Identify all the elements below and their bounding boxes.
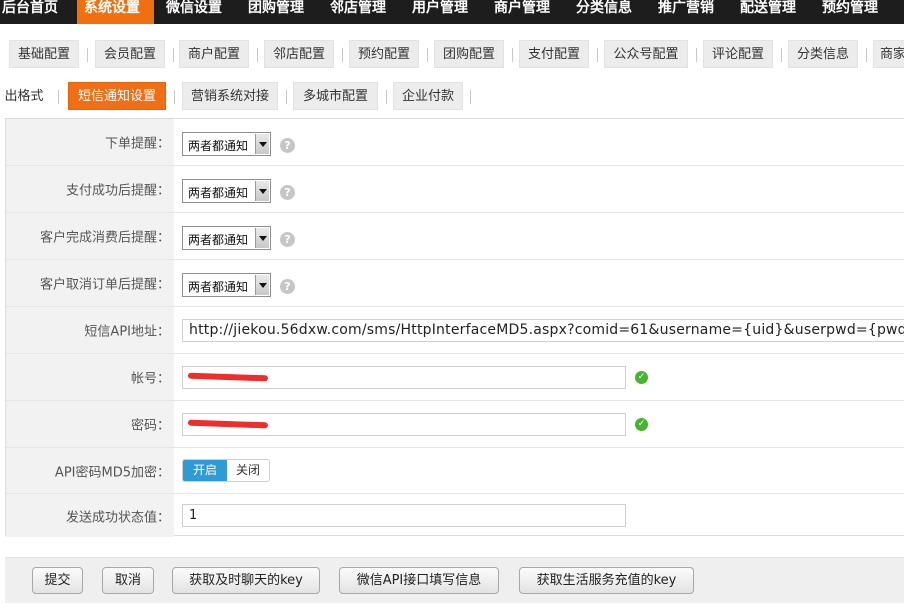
top-nav-item-classifieds[interactable]: 分类信息	[576, 0, 642, 24]
top-nav-item-delivery[interactable]: 配送管理	[740, 0, 806, 24]
cancel-remind-select[interactable]: 两者都通知	[182, 273, 271, 297]
api-md5-toggle[interactable]: 开启 关闭	[182, 459, 270, 482]
sub-nav-payment-config[interactable]: 支付配置	[519, 40, 589, 68]
order-remind-select[interactable]: 两者都通知	[182, 132, 271, 156]
sub-nav-neighbor-store-config[interactable]: 邻店配置	[264, 40, 334, 68]
chevron-down-icon	[255, 134, 269, 154]
field-label: 客户取消订单后提醒：	[6, 260, 174, 306]
sub-nav-marketing-integration[interactable]: 营销系统对接	[182, 82, 278, 110]
field-label: 密码：	[6, 401, 174, 447]
wechat-api-info-button[interactable]: 微信API接口填写信息	[339, 567, 499, 594]
sms-settings-form: 下单提醒： 两者都通知 ? 支付成功后提醒： 两者都通知 ? 客户完成消费后提醒…	[5, 118, 904, 537]
sub-nav-row-2: 出格式 短信通知设置 营销系统对接 多城市配置 企业付款	[0, 80, 904, 110]
chevron-down-icon	[255, 275, 269, 295]
sub-nav-merchant-more[interactable]: 商家	[873, 40, 904, 68]
divider	[866, 48, 867, 62]
divider	[386, 90, 387, 104]
divider	[87, 48, 88, 62]
sub-nav-official-account-config[interactable]: 公众号配置	[604, 40, 688, 68]
top-nav-item-marketing[interactable]: 推广营销	[658, 0, 724, 24]
divider	[58, 90, 59, 104]
form-row-password: 密码： ✓	[6, 401, 904, 448]
toggle-off-option[interactable]: 关闭	[227, 460, 269, 481]
field-label: 发送成功状态值：	[6, 494, 174, 537]
divider	[781, 48, 782, 62]
get-chat-key-button[interactable]: 获取及时聊天的key	[172, 567, 320, 594]
help-icon[interactable]: ?	[280, 232, 295, 247]
select-value: 两者都通知	[188, 186, 249, 200]
sub-nav-basic-config[interactable]: 基础配置	[9, 40, 79, 68]
get-life-service-key-button[interactable]: 获取生活服务充值的key	[519, 567, 694, 594]
select-value: 两者都通知	[188, 139, 249, 153]
field-label: 短信API地址：	[6, 307, 174, 353]
toggle-on-option[interactable]: 开启	[183, 460, 227, 481]
sub-nav-sms-notification[interactable]: 短信通知设置	[68, 82, 166, 110]
form-row-account: 帐号： ✓	[6, 354, 904, 401]
sub-nav-classifieds[interactable]: 分类信息	[788, 40, 858, 68]
success-status-input[interactable]: 1	[182, 504, 626, 527]
field-label: 帐号：	[6, 354, 174, 400]
field-label: 支付成功后提醒：	[6, 166, 174, 212]
consume-remind-select[interactable]: 两者都通知	[182, 226, 271, 250]
divider	[342, 48, 343, 62]
form-row-consume-remind: 客户完成消费后提醒： 两者都通知 ?	[6, 213, 904, 260]
field-label: 下单提醒：	[6, 119, 174, 165]
sub-nav-multi-city-config[interactable]: 多城市配置	[293, 82, 378, 110]
sub-nav-groupbuy-config[interactable]: 团购配置	[434, 40, 504, 68]
top-nav-item-booking[interactable]: 预约管理	[822, 0, 888, 24]
sub-nav-row-1: 基础配置 会员配置 商户配置 邻店配置 预约配置 团购配置 支付配置 公众号配置…	[0, 38, 904, 68]
form-row-pay-success-remind: 支付成功后提醒： 两者都通知 ?	[6, 166, 904, 213]
divider	[512, 48, 513, 62]
sub-nav-export-format[interactable]: 出格式	[0, 82, 51, 110]
top-nav: 后台首页 系统设置 微信设置 团购管理 邻店管理 用户管理 商户管理 分类信息 …	[0, 0, 904, 24]
divider	[173, 48, 174, 62]
top-nav-item-users[interactable]: 用户管理	[412, 0, 478, 24]
top-nav-item-groupbuy[interactable]: 团购管理	[248, 0, 314, 24]
help-icon[interactable]: ?	[280, 185, 295, 200]
top-nav-item-home[interactable]: 后台首页	[2, 0, 68, 24]
form-row-sms-api-url: 短信API地址： http://jiekou.56dxw.com/sms/Htt…	[6, 307, 904, 354]
sub-nav-booking-config[interactable]: 预约配置	[349, 40, 419, 68]
chevron-down-icon	[255, 228, 269, 248]
sub-nav-merchant-config[interactable]: 商户配置	[179, 40, 249, 68]
sub-nav-enterprise-payment[interactable]: 企业付款	[393, 82, 463, 110]
top-nav-item-neighbor-store[interactable]: 邻店管理	[330, 0, 396, 24]
sub-nav-member-config[interactable]: 会员配置	[95, 40, 165, 68]
divider	[286, 90, 287, 104]
check-circle-icon: ✓	[635, 371, 648, 384]
form-row-success-status: 发送成功状态值： 1	[6, 494, 904, 537]
check-circle-icon: ✓	[635, 418, 648, 431]
help-icon[interactable]: ?	[280, 279, 295, 294]
divider	[174, 90, 175, 104]
divider	[427, 48, 428, 62]
form-row-order-remind: 下单提醒： 两者都通知 ?	[6, 119, 904, 166]
field-label: API密码MD5加密：	[6, 448, 174, 493]
chevron-down-icon	[255, 181, 269, 201]
action-bar: 提交 取消 获取及时聊天的key 微信API接口填写信息 获取生活服务充值的ke…	[5, 557, 904, 603]
select-value: 两者都通知	[188, 233, 249, 247]
submit-button[interactable]: 提交	[32, 567, 83, 594]
select-value: 两者都通知	[188, 280, 249, 294]
form-row-cancel-remind: 客户取消订单后提醒： 两者都通知 ?	[6, 260, 904, 307]
divider	[257, 48, 258, 62]
top-nav-item-wechat-settings[interactable]: 微信设置	[166, 0, 232, 24]
divider	[470, 90, 471, 104]
cancel-button[interactable]: 取消	[102, 567, 154, 594]
top-nav-item-system-settings[interactable]: 系统设置	[77, 0, 154, 24]
field-label: 客户完成消费后提醒：	[6, 213, 174, 259]
help-icon[interactable]: ?	[280, 138, 295, 153]
divider	[696, 48, 697, 62]
sms-api-url-input[interactable]: http://jiekou.56dxw.com/sms/HttpInterfac…	[182, 319, 904, 342]
divider	[597, 48, 598, 62]
sub-nav-comment-config[interactable]: 评论配置	[703, 40, 773, 68]
form-row-api-md5: API密码MD5加密： 开启 关闭	[6, 448, 904, 494]
top-nav-item-merchants[interactable]: 商户管理	[494, 0, 560, 24]
pay-success-remind-select[interactable]: 两者都通知	[182, 179, 271, 203]
